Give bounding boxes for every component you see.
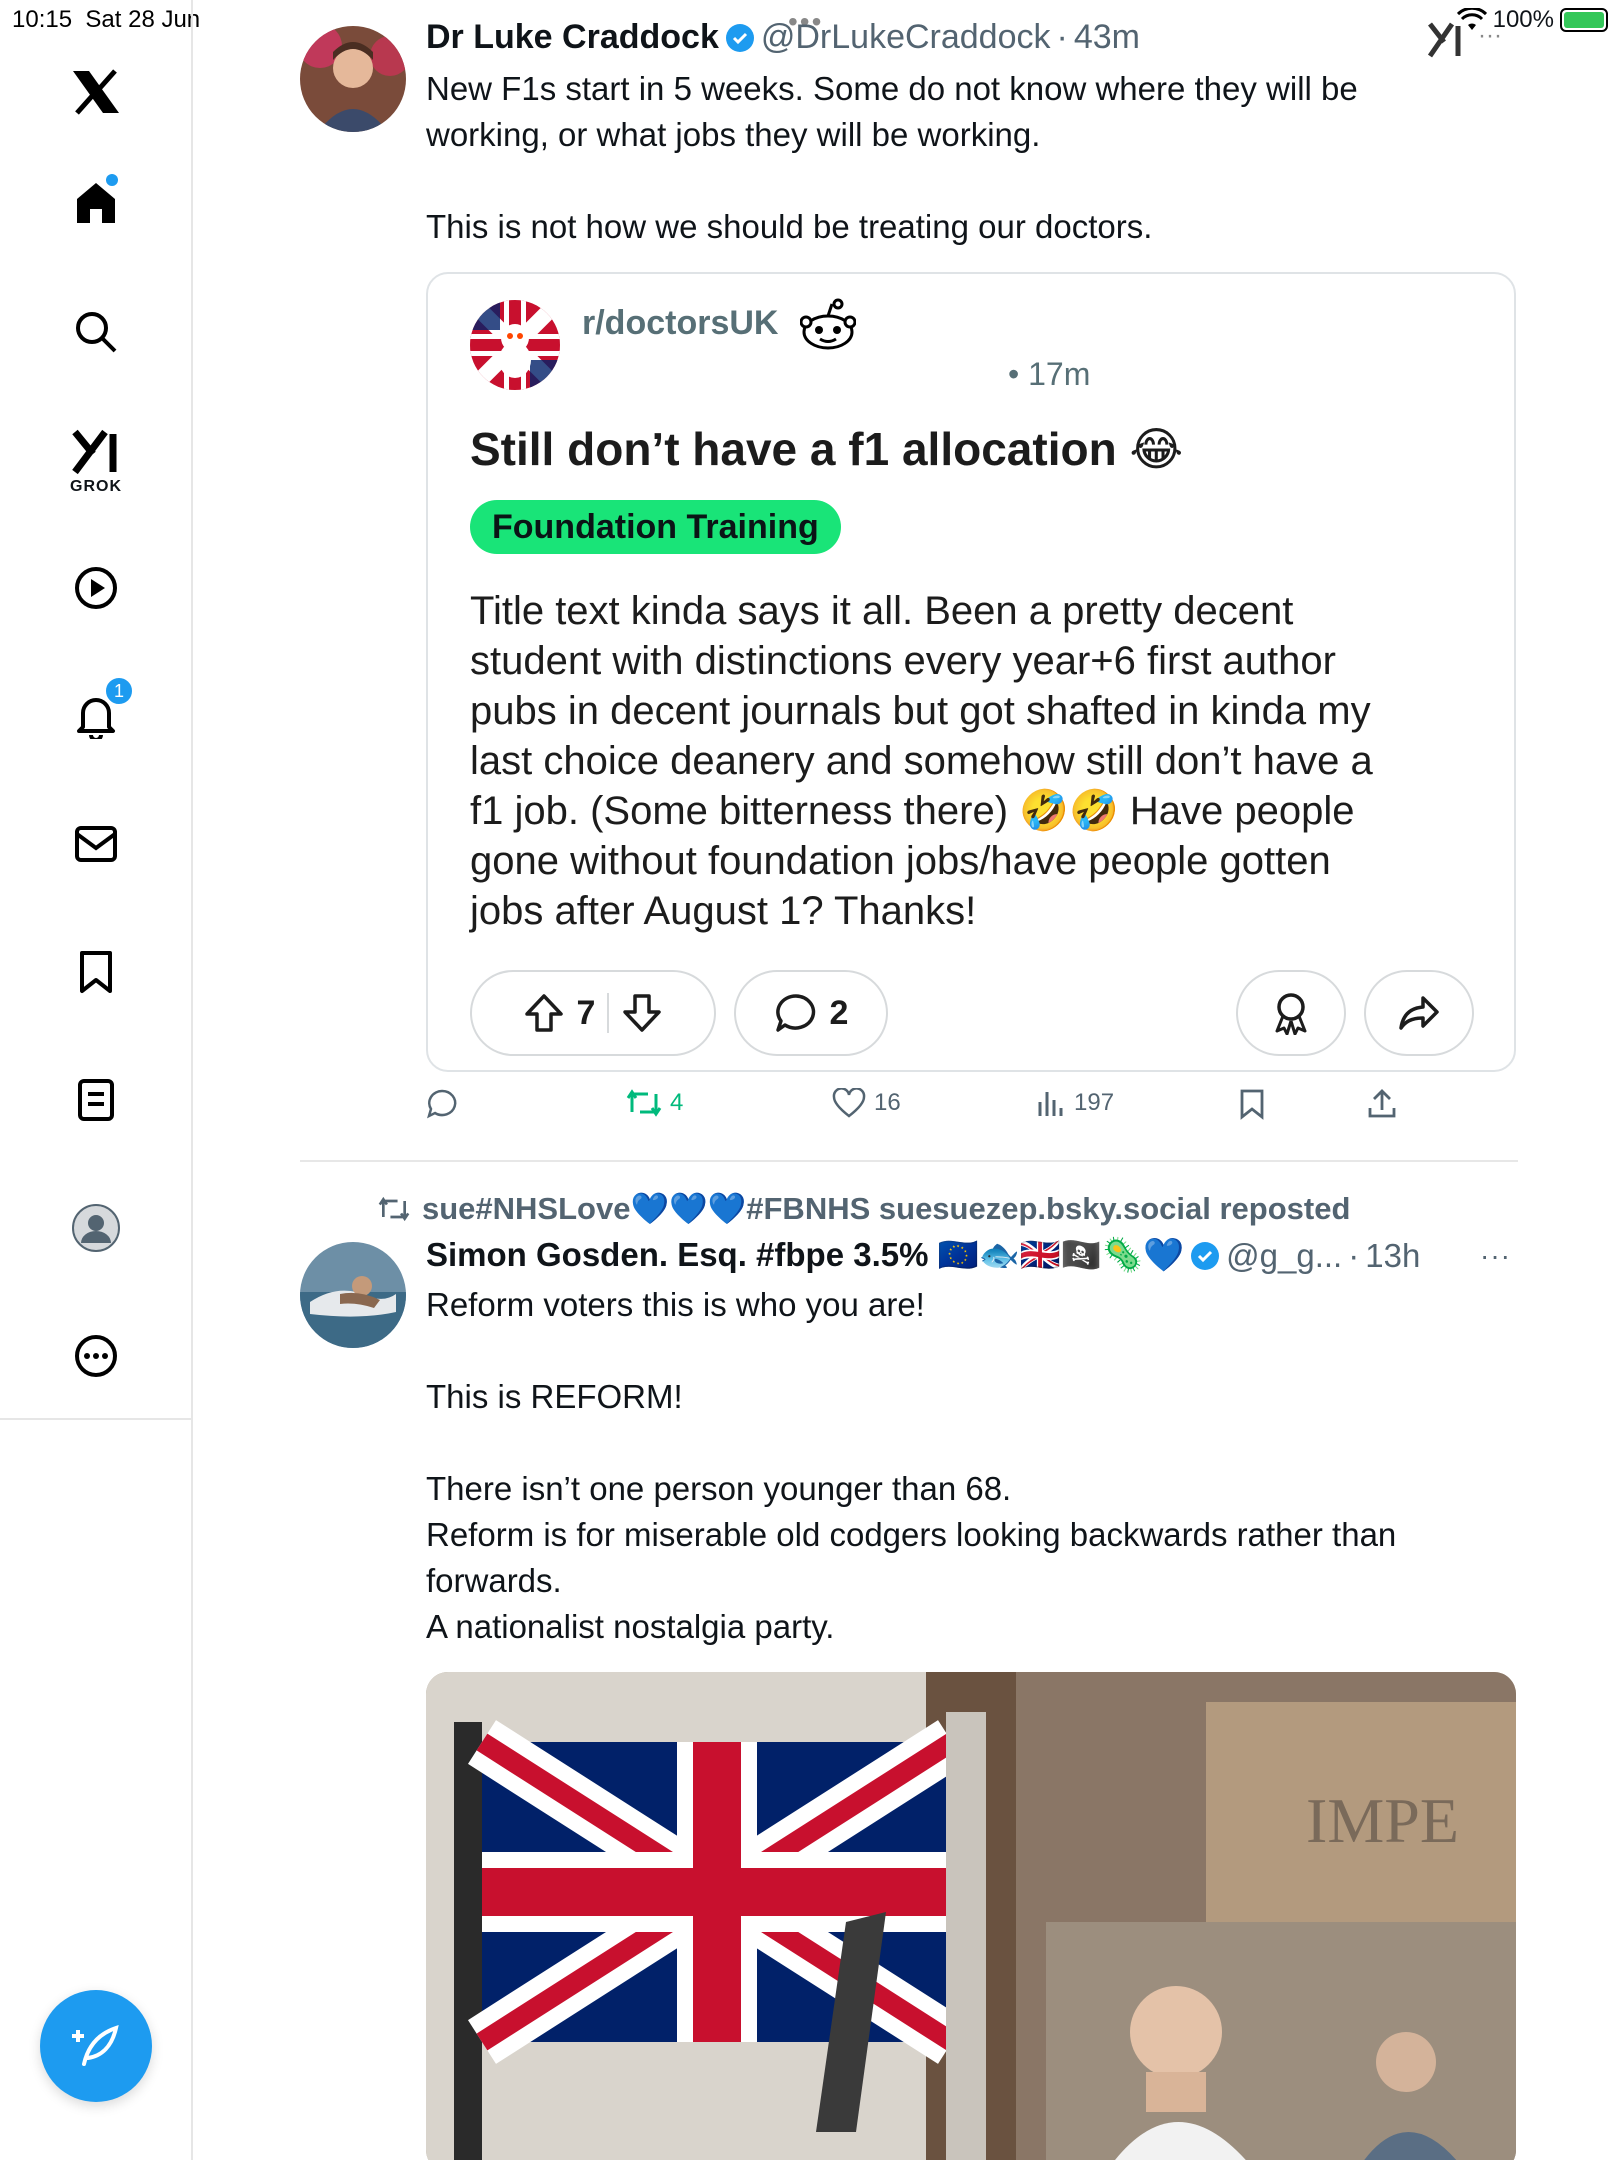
vote-pill: 7 [470, 970, 716, 1056]
heart-icon [832, 1088, 866, 1118]
grok-icon [72, 429, 117, 475]
tweet-time[interactable]: 13h [1365, 1237, 1420, 1275]
mail-icon [75, 826, 117, 862]
author-name[interactable]: Dr Luke Craddock [426, 18, 719, 57]
share-post-button[interactable] [1364, 970, 1474, 1056]
comments-button[interactable]: 2 [734, 970, 888, 1056]
grok-xai-icon[interactable] [1426, 20, 1468, 60]
sidebar-divider [0, 1418, 193, 1420]
list-icon [78, 1079, 114, 1121]
downvote-icon[interactable] [621, 992, 663, 1034]
share-arrow-icon [1399, 996, 1439, 1030]
avatar[interactable] [300, 26, 406, 132]
sidebar-item-notifications[interactable]: 1 [64, 676, 134, 748]
sidebar-item-profile[interactable] [64, 1196, 128, 1260]
tweet-header: Simon Gosden. Esq. #fbpe 3.5% 🇪🇺🐟🇬🇧🏴‍☠️🦠… [426, 1236, 1420, 1275]
sidebar-item-home[interactable] [64, 170, 128, 234]
comment-count: 2 [829, 993, 849, 1032]
bookmark-icon [1240, 1089, 1264, 1120]
verified-badge-icon [725, 23, 754, 52]
sidebar-item-grok[interactable] [64, 420, 128, 484]
reddit-snoo-icon [800, 298, 856, 350]
more-icon [75, 1335, 117, 1377]
share-icon [1368, 1089, 1396, 1118]
repost-by-text: sue#NHSLove💙💙💙#FBNHS suesuezep.bsky.soci… [422, 1191, 1351, 1226]
sidebar: GROK 1 [0, 0, 193, 2160]
notification-count-badge: 1 [104, 676, 134, 706]
upvote-count: 7 [576, 993, 596, 1032]
media-sign-text: IMPE [1306, 1785, 1459, 1856]
repost-icon [378, 1196, 410, 1221]
post-flair[interactable]: Foundation Training [470, 500, 841, 554]
sidebar-item-more[interactable] [64, 1324, 128, 1388]
avatar[interactable] [300, 1242, 406, 1348]
x-logo-icon[interactable] [64, 60, 128, 124]
repost-icon [626, 1089, 662, 1117]
post-body: Title text kinda says it all. Been a pre… [470, 589, 1373, 933]
like-button[interactable]: 16 [832, 1088, 901, 1118]
embedded-reddit-post[interactable]: r/doctorsUK • 17m Still don’t have a f1 … [426, 272, 1516, 1072]
sidebar-item-lists[interactable] [64, 1068, 128, 1132]
views-button[interactable]: 197 [1036, 1088, 1114, 1118]
compose-button[interactable] [40, 1990, 152, 2102]
share-button[interactable] [1366, 1088, 1398, 1120]
tweet-text: Reform voters this is who you are! This … [426, 1286, 1397, 1645]
repost-context[interactable]: sue#NHSLove💙💙💙#FBNHS suesuezep.bsky.soci… [378, 1190, 1350, 1227]
tweet-more-icon[interactable]: ··· [1480, 1240, 1511, 1272]
sidebar-item-video[interactable] [64, 556, 128, 620]
tweet-divider [300, 1160, 1518, 1162]
search-icon [76, 312, 117, 353]
person-icon [72, 1204, 120, 1252]
author-name[interactable]: Simon Gosden. Esq. #fbpe 3.5% 🇪🇺🐟🇬🇧🏴‍☠️🦠… [426, 1236, 1184, 1275]
analytics-icon [1038, 1092, 1063, 1116]
bookmark-button[interactable] [1238, 1088, 1266, 1120]
post-time: • 17m [1008, 356, 1091, 392]
separator: · [1056, 18, 1068, 56]
sidebar-item-messages[interactable] [64, 812, 128, 876]
tweet-header: Dr Luke Craddock @DrLukeCraddock · 43m [426, 18, 1140, 57]
repost-button[interactable]: 4 [626, 1088, 683, 1118]
award-button[interactable] [1236, 970, 1346, 1056]
grok-label: GROK [70, 478, 122, 495]
more-options-icon[interactable]: ··· [1478, 22, 1502, 50]
tweet-media-video[interactable]: IMPE [426, 1672, 1516, 2160]
author-handle[interactable]: @g_g... [1226, 1237, 1342, 1275]
tweet-text: New F1s start in 5 weeks. Some do not kn… [426, 70, 1358, 245]
subreddit-name[interactable]: r/doctorsUK [582, 304, 778, 343]
post-title: Still don’t have a f1 allocation 😂 [470, 423, 1184, 475]
verified-badge-icon [1191, 1241, 1220, 1270]
like-count: 16 [874, 1089, 901, 1116]
view-count: 197 [1074, 1089, 1115, 1116]
sidebar-item-bookmarks[interactable] [64, 940, 128, 1004]
tweet-time[interactable]: 43m [1074, 18, 1140, 57]
play-icon [75, 567, 117, 609]
battery-icon [1560, 8, 1608, 32]
upvote-icon[interactable] [523, 992, 565, 1034]
compose-icon [72, 2024, 119, 2066]
separator: · [1348, 1236, 1360, 1274]
author-handle[interactable]: @DrLukeCraddock [761, 18, 1051, 57]
home-unread-dot [106, 174, 118, 186]
repost-count: 4 [670, 1089, 684, 1116]
reply-button[interactable] [426, 1088, 458, 1120]
tweet-actions: 4 16 197 [426, 1088, 1426, 1132]
comment-icon [775, 994, 815, 1032]
subreddit-avatar [470, 300, 560, 390]
reply-icon [427, 1089, 457, 1119]
award-icon [1275, 993, 1307, 1035]
bookmark-icon [80, 951, 112, 993]
sidebar-item-search[interactable] [64, 300, 128, 364]
vote-divider [607, 993, 610, 1033]
